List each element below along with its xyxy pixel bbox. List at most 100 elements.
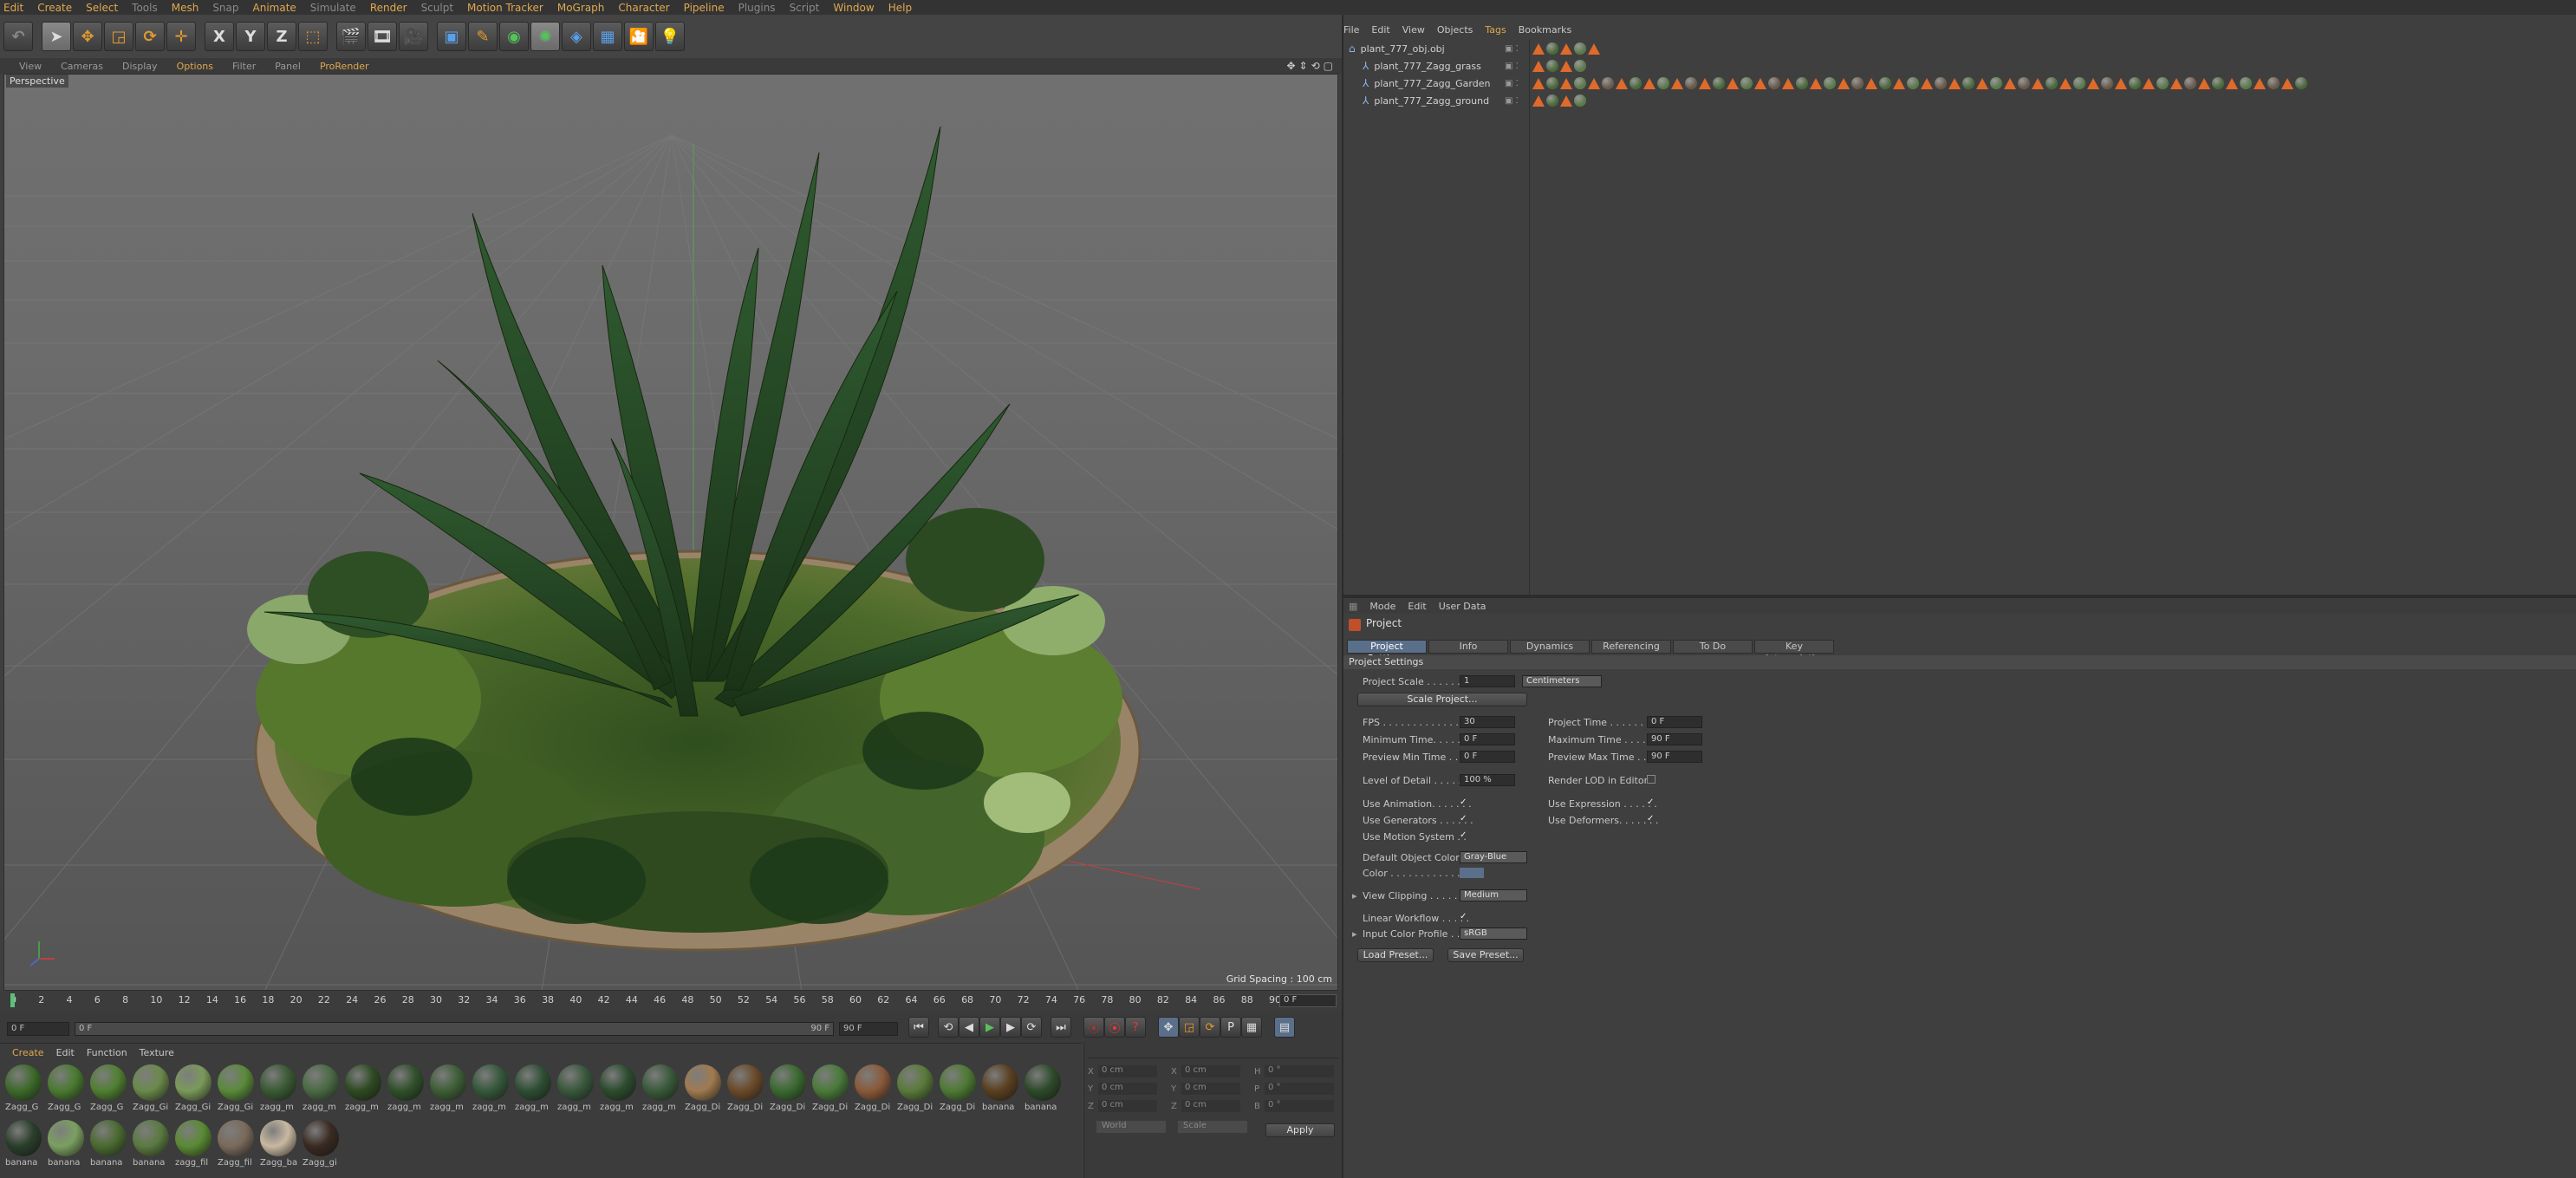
use-motion-checkbox[interactable]: ✓: [1460, 831, 1468, 840]
phong-tag-icon[interactable]: [1865, 77, 1877, 89]
floor-button[interactable]: ▦: [593, 22, 622, 51]
record-keys-button[interactable]: ⦿: [1083, 1017, 1104, 1038]
phong-tag-icon[interactable]: [1532, 60, 1545, 72]
max-time-field[interactable]: 90 F: [1647, 733, 1702, 745]
p-field[interactable]: 0 °: [1265, 1083, 1334, 1095]
material-swatch[interactable]: Zagg_Di: [895, 1063, 935, 1116]
attribute-menu-edit[interactable]: Edit: [1408, 601, 1426, 612]
material-tag-icon[interactable]: [1851, 77, 1864, 89]
attribute-menu-mode[interactable]: Mode: [1369, 601, 1395, 612]
object-menu-edit[interactable]: Edit: [1371, 24, 1389, 36]
material-swatch[interactable]: zagg_m: [301, 1063, 341, 1116]
viewport-menu-view[interactable]: View: [19, 61, 42, 72]
material-tag-icon[interactable]: [1574, 42, 1586, 55]
material-tag-icon[interactable]: [1796, 77, 1808, 89]
go-to-start-button[interactable]: ⏮: [908, 1017, 929, 1038]
object-menu-bookmarks[interactable]: Bookmarks: [1519, 24, 1571, 36]
phong-tag-icon[interactable]: [1893, 77, 1905, 89]
menu-item-script[interactable]: Script: [790, 2, 820, 14]
phong-tag-icon[interactable]: [1560, 94, 1572, 107]
phong-tag-icon[interactable]: [1532, 94, 1545, 107]
phong-tag-icon[interactable]: [1948, 77, 1961, 89]
viewport-menu-prorender[interactable]: ProRender: [320, 61, 369, 72]
material-tag-icon[interactable]: [2212, 77, 2224, 89]
material-swatch[interactable]: Zagg_fil: [216, 1118, 256, 1172]
render-to-picture-viewer-button[interactable]: 🎞: [368, 22, 397, 51]
phong-tag-icon[interactable]: [2254, 77, 2266, 89]
material-tag-icon[interactable]: [1546, 77, 1558, 89]
visibility-toggle-icon[interactable]: ▣ ⁚: [1505, 62, 1519, 71]
phong-tag-icon[interactable]: [1727, 77, 1739, 89]
scale-tool-button[interactable]: ◲: [104, 22, 133, 51]
phong-tag-icon[interactable]: [1699, 77, 1711, 89]
menu-item-motion-tracker[interactable]: Motion Tracker: [467, 2, 543, 14]
material-tag-icon[interactable]: [2101, 77, 2113, 89]
material-tag-icon[interactable]: [1546, 94, 1558, 107]
color-swatch[interactable]: [1460, 868, 1484, 878]
material-swatch[interactable]: zagg_m: [471, 1063, 511, 1116]
project-scale-field[interactable]: 1: [1460, 675, 1515, 687]
size-mode-dropdown[interactable]: Scale: [1178, 1121, 1247, 1133]
material-tag-icon[interactable]: [1574, 77, 1586, 89]
phong-tag-icon[interactable]: [2198, 77, 2210, 89]
phong-tag-icon[interactable]: [2059, 77, 2072, 89]
phong-tag-icon[interactable]: [2143, 77, 2155, 89]
default-color-dropdown[interactable]: Gray-Blue: [1460, 851, 1527, 863]
object-row[interactable]: ⅄ plant_777_Zagg_Garden ▣ ⁚: [1343, 75, 1530, 92]
select-tool-button[interactable]: ➤: [42, 22, 71, 51]
pla-key-button[interactable]: ▦: [1241, 1017, 1262, 1038]
material-tag-icon[interactable]: [1713, 77, 1725, 89]
material-tag-icon[interactable]: [1574, 60, 1586, 72]
phong-tag-icon[interactable]: [1671, 77, 1683, 89]
start-frame-field[interactable]: 0 F: [7, 1022, 69, 1036]
view-clipping-dropdown[interactable]: Medium: [1460, 889, 1527, 901]
phong-tag-icon[interactable]: [2087, 77, 2099, 89]
material-swatch[interactable]: Zagg_Di: [725, 1063, 765, 1116]
material-tag-icon[interactable]: [1685, 77, 1697, 89]
phong-tag-icon[interactable]: [2115, 77, 2127, 89]
next-frame-button[interactable]: ▶: [1000, 1017, 1021, 1038]
material-tag-icon[interactable]: [2018, 77, 2030, 89]
material-tag-icon[interactable]: [1740, 77, 1753, 89]
3d-viewport[interactable]: Perspective Grid Spacing : 100 cm: [3, 74, 1338, 991]
project-time-field[interactable]: 0 F: [1647, 716, 1702, 728]
object-menu-file[interactable]: File: [1343, 24, 1359, 36]
material-swatch[interactable]: Zagg_Di: [683, 1063, 723, 1116]
project-scale-unit-dropdown[interactable]: Centimeters: [1522, 675, 1602, 687]
menu-item-pipeline[interactable]: Pipeline: [684, 2, 725, 14]
load-preset-button[interactable]: Load Preset...: [1357, 948, 1434, 962]
view-clipping-toggle-icon[interactable]: ▸: [1352, 890, 1357, 901]
phong-tag-icon[interactable]: [1643, 77, 1656, 89]
menu-item-plugins[interactable]: Plugins: [738, 2, 776, 14]
material-tag-icon[interactable]: [2156, 77, 2169, 89]
autokey-button[interactable]: ⦿: [1104, 1017, 1125, 1038]
material-tag-icon[interactable]: [2267, 77, 2280, 89]
material-swatch[interactable]: banana: [1023, 1063, 1063, 1116]
phong-tag-icon[interactable]: [2226, 77, 2238, 89]
material-tag-icon[interactable]: [2295, 77, 2307, 89]
render-view-button[interactable]: 🎬: [336, 22, 366, 51]
use-expression-checkbox[interactable]: ✓: [1647, 798, 1656, 807]
material-swatch[interactable]: zagg_m: [428, 1063, 468, 1116]
visibility-toggle-icon[interactable]: ▣ ⁚: [1505, 44, 1519, 54]
phong-tag-icon[interactable]: [1616, 77, 1628, 89]
viewport-menu-options[interactable]: Options: [177, 61, 213, 72]
material-tag-icon[interactable]: [2129, 77, 2141, 89]
array-button[interactable]: ✺: [530, 22, 560, 51]
z-pos-field[interactable]: 0 cm: [1098, 1100, 1157, 1112]
subdivision-surface-button[interactable]: ◉: [499, 22, 529, 51]
light-button[interactable]: 💡: [655, 22, 685, 51]
material-tag-icon[interactable]: [1602, 77, 1614, 89]
use-generators-checkbox[interactable]: ✓: [1460, 815, 1468, 823]
material-swatch[interactable]: Zagg_G: [88, 1063, 128, 1116]
undo-button[interactable]: ↶: [3, 22, 33, 51]
phong-tag-icon[interactable]: [1532, 42, 1545, 55]
tab-project-settings[interactable]: Project Settings: [1347, 640, 1427, 664]
preview-max-field[interactable]: 90 F: [1647, 751, 1702, 763]
tab-info[interactable]: Info: [1428, 640, 1508, 654]
position-key-button[interactable]: ✥: [1158, 1017, 1179, 1038]
material-swatch[interactable]: Zagg_Gi: [216, 1063, 256, 1116]
menu-item-help[interactable]: Help: [888, 2, 912, 14]
tab-to-do[interactable]: To Do: [1673, 640, 1753, 654]
material-tag-icon[interactable]: [1546, 60, 1558, 72]
